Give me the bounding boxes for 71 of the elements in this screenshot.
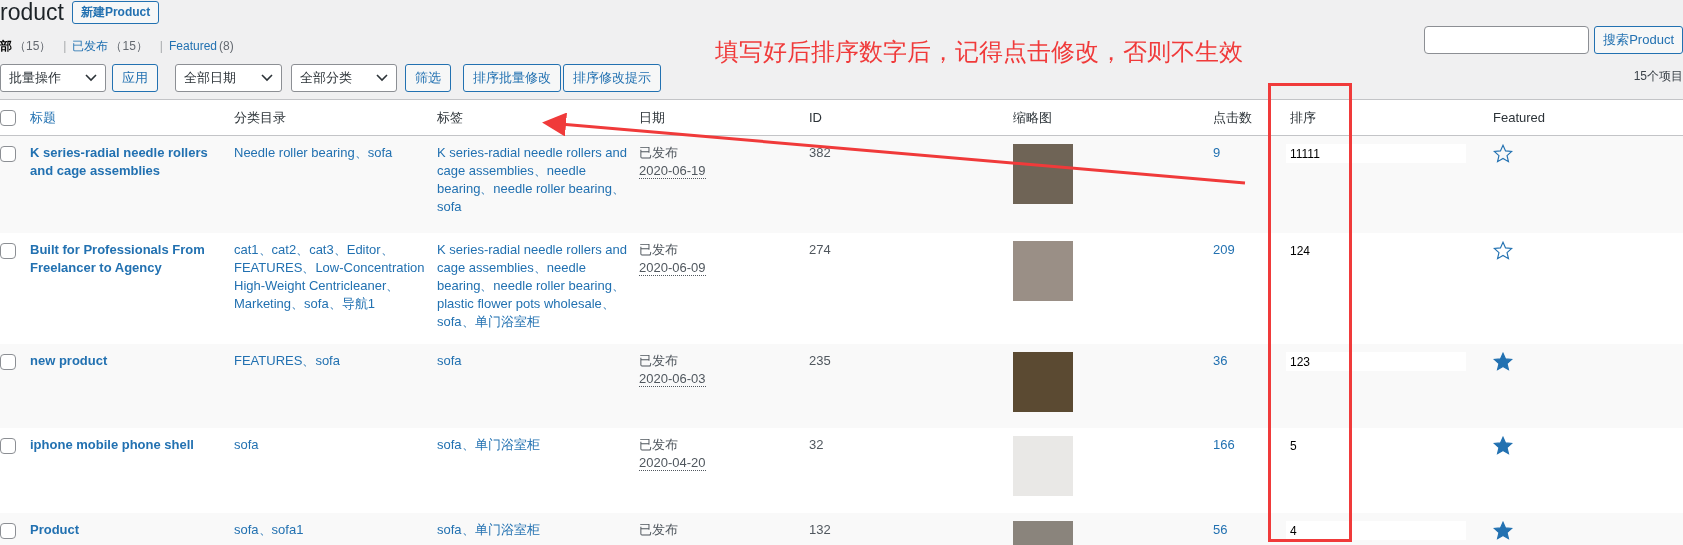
column-header: 点击数 [1213,100,1290,136]
column-header: 日期 [639,100,809,136]
star-outline-icon[interactable] [1493,241,1513,260]
column-header[interactable]: 标题 [30,100,234,136]
photo-placeholder [1013,144,1073,204]
click-count: 36 [1213,352,1229,370]
row-checkbox[interactable] [0,523,16,539]
dropdown-select[interactable]: 全部日期 [175,64,282,92]
status-filter-link[interactable]: Featured [168,39,217,53]
column-header: ID [809,100,1013,136]
status-text: 已发布 [639,352,679,370]
toolbar-button[interactable]: 应用 [112,64,158,92]
sort-order-field[interactable]: 123 [1286,352,1466,371]
sort-order-field[interactable]: 4 [1286,521,1466,540]
id-text: 235 [809,352,832,370]
toolbar-button[interactable]: 筛选 [405,64,451,92]
click-count: 56 [1213,521,1229,539]
status-text: 已发布 [639,521,679,539]
id-text: 132 [809,521,832,539]
sort-order-field[interactable]: 11111 [1286,144,1466,163]
date-text: 2020-06-19 [639,163,706,179]
page-title: roduct [0,0,64,25]
filled-star-icon[interactable] [1493,436,1513,455]
category-links[interactable]: Needle roller bearing、sofa [234,144,427,162]
toolbar-button[interactable]: 排序批量修改 [463,64,561,92]
id-text: 274 [809,241,832,259]
filled-star-icon[interactable] [1493,521,1513,540]
annotation-text: 填写好后排序数字后，记得点击修改，否则不生效 [715,37,1243,68]
star-outline-icon[interactable] [1493,144,1513,163]
chevron-down-icon [261,74,273,82]
dropdown-select[interactable]: 全部分类 [291,64,397,92]
item-count: 15个项目 [1633,68,1683,85]
column-header: 标签 [437,100,639,136]
search-field[interactable] [1424,26,1590,54]
id-text: 382 [809,144,832,162]
status-count: （15） [14,37,52,55]
search-button[interactable]: 搜索Product [1594,26,1683,54]
row-checkbox[interactable] [0,438,16,454]
filled-star-icon[interactable] [1493,352,1513,371]
add-new-button[interactable]: 新建Product [71,1,160,24]
photo-placeholder [1013,436,1073,496]
date-text: 2020-06-03 [639,371,706,387]
dropdown-select[interactable]: 批量操作 [0,64,106,92]
select-all-checkbox[interactable] [0,109,16,126]
chevron-down-icon [85,74,97,82]
click-count: 166 [1213,436,1236,454]
photo-placeholder [1013,241,1073,301]
photo-placeholder [1013,352,1073,412]
column-header: Featured [1493,100,1683,136]
column-header: 分类目录 [234,100,437,136]
column-header: 排序 [1290,100,1493,136]
status-count: （15） [110,37,148,55]
status-filter-link[interactable]: 已发布 [72,37,109,55]
click-count: 9 [1213,144,1222,162]
status-text: 已发布 [639,144,679,162]
date-text: 2020-06-09 [639,260,706,276]
separator-text: | [159,39,163,53]
row-checkbox[interactable] [0,146,16,162]
status-filter-link[interactable]: 部 [0,37,12,55]
status-text: 已发布 [639,241,679,259]
row-checkbox[interactable] [0,243,16,259]
status-text: 已发布 [639,436,679,454]
separator-text: | [63,39,67,53]
column-header: 缩略图 [1013,100,1213,136]
date-text: 2020-04-20 [639,455,706,471]
status-count: (8) [219,39,234,53]
row-checkbox[interactable] [0,354,16,370]
toolbar-button[interactable]: 排序修改提示 [563,64,661,92]
id-text: 32 [809,436,825,454]
chevron-down-icon [376,74,388,82]
click-count: 209 [1213,241,1236,259]
